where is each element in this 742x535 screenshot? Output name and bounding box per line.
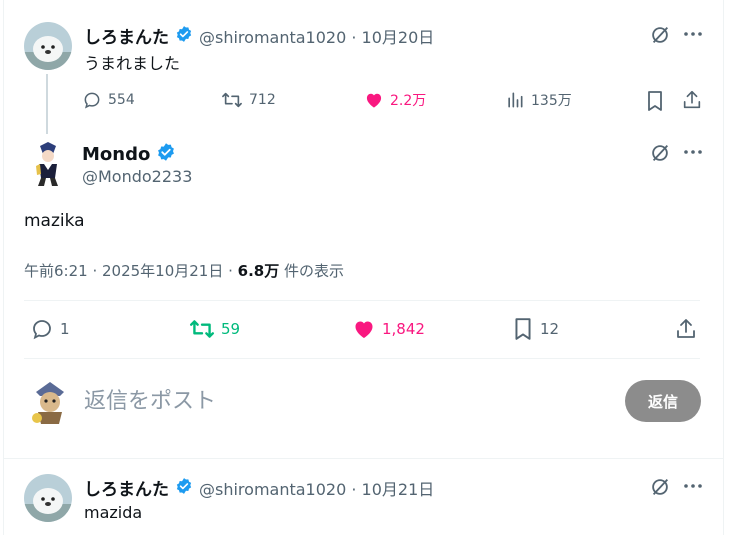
reply-input[interactable]: 返信をポスト [84,383,216,415]
repost-count: 59 [221,320,241,338]
verified-badge-icon [175,25,193,47]
grok-icon[interactable] [649,24,671,50]
reply-action[interactable]: 554 [82,90,135,110]
reply-button[interactable]: 返信 [625,380,701,422]
avatar-shiromanta[interactable] [24,474,72,522]
author-handle-date[interactable]: @shiromanta1020 · 10月21日 [199,476,434,500]
verified-badge-icon [175,477,193,499]
share-icon[interactable] [681,89,703,115]
bookmark-action[interactable]: 12 [512,317,559,341]
analytics-icon [508,92,523,108]
reply-count: 554 [108,92,135,108]
repost-action[interactable]: 712 [221,90,276,110]
bookmark-icon [515,318,531,340]
repost-active-icon [189,320,215,338]
post-text: うまれました [84,54,181,73]
like-action[interactable]: 2.2万 [364,90,426,110]
current-user-avatar[interactable] [28,378,72,426]
bookmark-count: 12 [540,320,560,338]
divider [24,358,700,359]
divider [24,300,700,301]
grok-icon[interactable] [649,476,671,502]
repost-count: 712 [249,92,276,108]
seal-avatar-image [24,474,72,522]
views-action[interactable]: 135万 [505,90,572,110]
author-name[interactable]: しろまんた [84,23,169,48]
anime-character-avatar-image [24,140,72,188]
grok-icon[interactable] [649,142,671,168]
heart-filled-icon [355,321,373,338]
share-icon[interactable] [674,317,698,345]
heart-filled-icon [366,93,382,108]
post-meta: 午前6:21 · 2025年10月21日 · 6.8万 件の表示 [24,260,344,281]
avatar-shiromanta[interactable] [24,22,72,70]
bookmark-icon[interactable] [645,90,665,116]
user-avatar-image [28,378,72,426]
author-name[interactable]: Mondo [82,144,150,165]
like-count: 1,842 [382,320,425,338]
view-count: 6.8万 [237,262,280,280]
section-divider [4,458,724,459]
view-label: 件の表示 [279,262,345,280]
post-timestamp[interactable]: 午前6:21 · 2025年10月21日 · [24,262,238,280]
author-handle[interactable]: @Mondo2233 [82,167,192,186]
author-name[interactable]: しろまんた [84,475,169,500]
reply-icon [33,320,51,340]
seal-avatar-image [24,22,72,70]
like-count: 2.2万 [390,93,427,109]
reply-icon [84,92,100,109]
repost-action[interactable]: 59 [189,317,240,341]
reply-action[interactable]: 1 [30,317,70,341]
repost-icon [222,92,242,108]
author-handle-date[interactable]: @shiromanta1020 · 10月20日 [199,24,434,48]
verified-badge-icon [156,142,176,166]
like-action[interactable]: 1,842 [352,317,425,341]
more-options-icon[interactable] [683,24,703,48]
post-text: mazika [24,211,85,231]
more-options-icon[interactable] [683,476,703,500]
reply-count: 1 [60,320,70,338]
view-count: 135万 [531,93,572,109]
more-options-icon[interactable] [683,142,703,166]
avatar-mondo[interactable] [24,140,72,188]
post-text: mazida [84,503,143,522]
thread-connector [46,74,48,134]
